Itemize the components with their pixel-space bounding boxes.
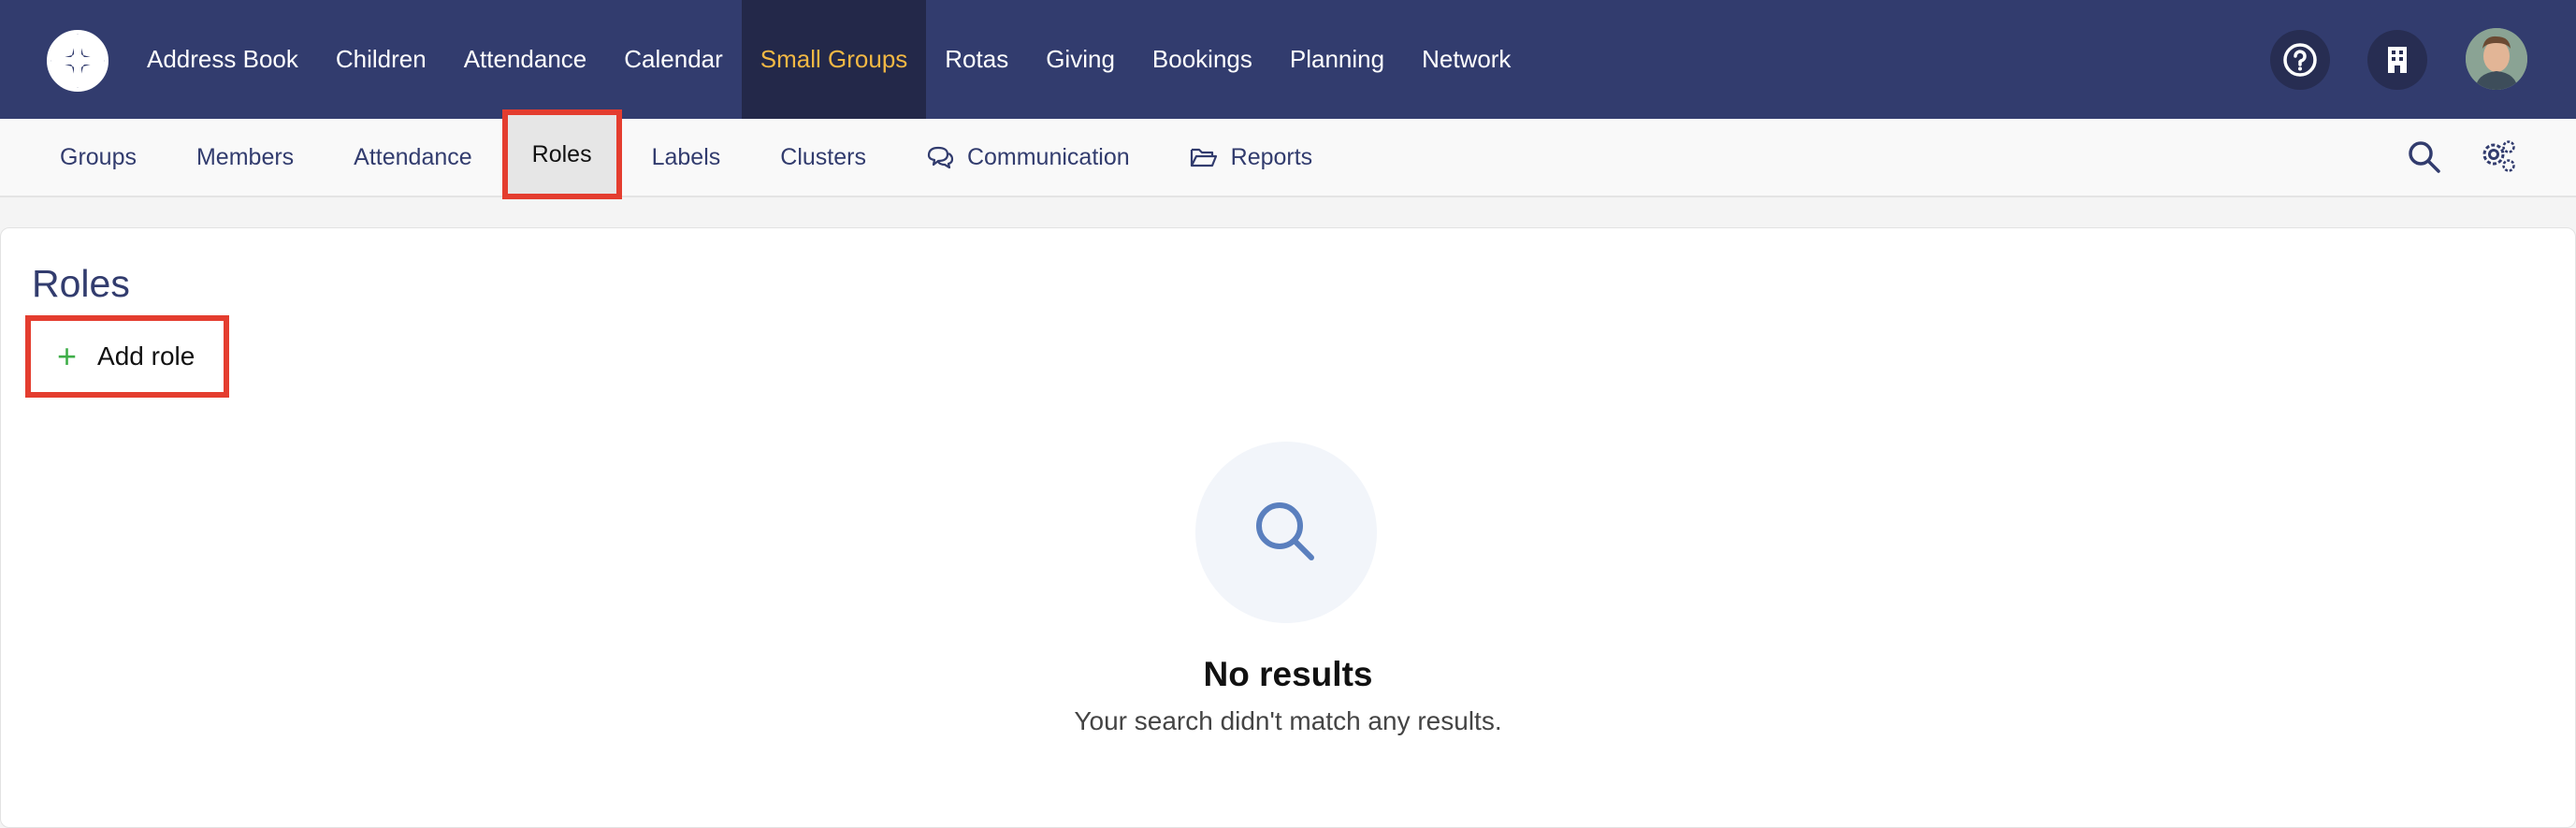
tab-reports[interactable]: Reports: [1160, 119, 1343, 196]
tab-groups[interactable]: Groups: [30, 119, 166, 196]
app-logo-icon[interactable]: [47, 30, 109, 92]
top-navigation-bar: Address Book Children Attendance Calenda…: [0, 0, 2576, 119]
nav-attendance[interactable]: Attendance: [445, 0, 606, 119]
user-avatar-image: [2466, 28, 2527, 90]
empty-state-title: No results: [1203, 655, 1373, 693]
help-icon: [2283, 43, 2317, 77]
tab-labels[interactable]: Labels: [622, 119, 751, 196]
help-button[interactable]: [2270, 30, 2330, 90]
tab-roles[interactable]: Roles: [501, 109, 622, 199]
nav-rotas[interactable]: Rotas: [926, 0, 1027, 119]
nav-bookings[interactable]: Bookings: [1134, 0, 1271, 119]
settings-gears-icon[interactable]: [2479, 138, 2518, 177]
section-tabs-bar: Groups Members Attendance Roles Labels C…: [0, 109, 2576, 199]
nav-network[interactable]: Network: [1403, 0, 1529, 119]
nav-small-groups[interactable]: Small Groups: [741, 0, 927, 119]
building-icon: [2388, 47, 2407, 73]
empty-state-message: Your search didn't match any results.: [1074, 706, 1502, 735]
tab-members[interactable]: Members: [166, 119, 324, 196]
plus-icon: +: [57, 337, 78, 375]
tab-communication[interactable]: Communication: [896, 119, 1160, 196]
tab-clusters[interactable]: Clusters: [750, 119, 896, 196]
organisation-button[interactable]: [2367, 30, 2427, 90]
add-role-label: Add role: [97, 341, 195, 370]
page-title: Roles: [32, 262, 130, 305]
search-icon[interactable]: [2405, 138, 2444, 177]
nav-children[interactable]: Children: [317, 0, 445, 119]
nav-calendar[interactable]: Calendar: [605, 0, 742, 119]
tab-attendance[interactable]: Attendance: [324, 119, 502, 196]
tab-reports-label: Reports: [1230, 143, 1313, 170]
folder-icon: [1190, 148, 1217, 167]
tab-communication-label: Communication: [966, 143, 1130, 170]
nav-giving[interactable]: Giving: [1027, 0, 1134, 119]
main-menu: Address Book Children Attendance Calenda…: [128, 0, 1529, 119]
empty-state-illustration: [1195, 442, 1377, 623]
add-role-button[interactable]: + Add role: [25, 315, 229, 398]
user-avatar[interactable]: [2466, 28, 2527, 90]
nav-address-book[interactable]: Address Book: [128, 0, 317, 119]
chat-icon: [927, 146, 954, 169]
nav-planning[interactable]: Planning: [1271, 0, 1403, 119]
search-icon: [1256, 502, 1314, 560]
